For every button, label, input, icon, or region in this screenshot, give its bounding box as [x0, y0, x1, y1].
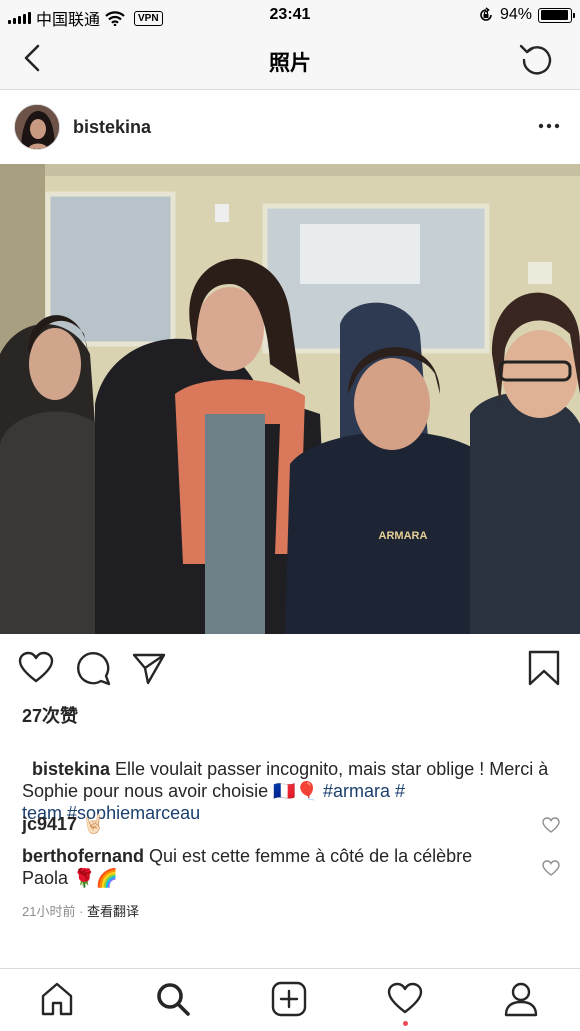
heart-icon[interactable]	[18, 650, 54, 686]
comment-icon[interactable]	[75, 650, 111, 686]
battery-icon	[538, 7, 575, 23]
photo-image: ARMARA	[0, 164, 580, 634]
more-horizontal-icon[interactable]	[536, 113, 562, 139]
post-caption: bistekina Elle voulait passer incognito,…	[22, 736, 552, 824]
post-actions	[0, 634, 580, 702]
activity-heart-icon[interactable]	[387, 981, 423, 1017]
avatar[interactable]	[14, 104, 60, 150]
orientation-lock-icon	[480, 7, 492, 21]
caption-emoji: 🇫🇷🎈	[273, 781, 318, 801]
comment-item: jc9417 🤘🏻	[22, 813, 512, 835]
notification-dot	[403, 1021, 408, 1026]
avatar-image	[15, 105, 59, 149]
battery-fill	[540, 10, 568, 20]
separator: ·	[75, 904, 88, 919]
search-icon[interactable]	[155, 981, 191, 1017]
battery-percent: 94%	[499, 6, 532, 23]
nav-bar: 照片	[0, 30, 580, 90]
status-bar: 中国联通 VPN 23:41 94%	[0, 0, 580, 30]
comment-author[interactable]: berthofernand	[22, 846, 144, 866]
see-translation-link[interactable]: 查看翻译	[87, 904, 139, 919]
like-count[interactable]: 27次赞	[22, 702, 78, 728]
status-right: 94%	[478, 6, 575, 24]
add-post-icon[interactable]	[271, 981, 307, 1017]
profile-icon[interactable]	[503, 981, 539, 1017]
hashtag-armara[interactable]: #armara	[323, 781, 390, 801]
refresh-icon[interactable]	[518, 40, 554, 76]
home-icon[interactable]	[39, 981, 75, 1017]
page-title: 照片	[269, 52, 311, 75]
time-ago: 21小时前	[22, 904, 76, 919]
comment-like-heart-icon[interactable]	[542, 859, 560, 877]
post-header: bistekina	[0, 91, 580, 164]
send-icon[interactable]	[131, 650, 167, 686]
bookmark-icon[interactable]	[526, 650, 562, 686]
comment-text: 🤘🏻	[77, 814, 105, 834]
vest-brand-text: ARMARA	[379, 530, 428, 542]
post-photo[interactable]: ARMARA	[0, 164, 580, 634]
caption-author[interactable]: bistekina	[32, 759, 110, 779]
post-timestamp: 21小时前 · 查看翻译	[22, 901, 139, 920]
tab-bar	[0, 968, 580, 1031]
comment-like-heart-icon[interactable]	[542, 816, 560, 834]
comment-item: berthofernand Qui est cette femme à côté…	[22, 845, 512, 889]
post-username[interactable]: bistekina	[73, 117, 151, 138]
comment-author[interactable]: jc9417	[22, 814, 77, 834]
